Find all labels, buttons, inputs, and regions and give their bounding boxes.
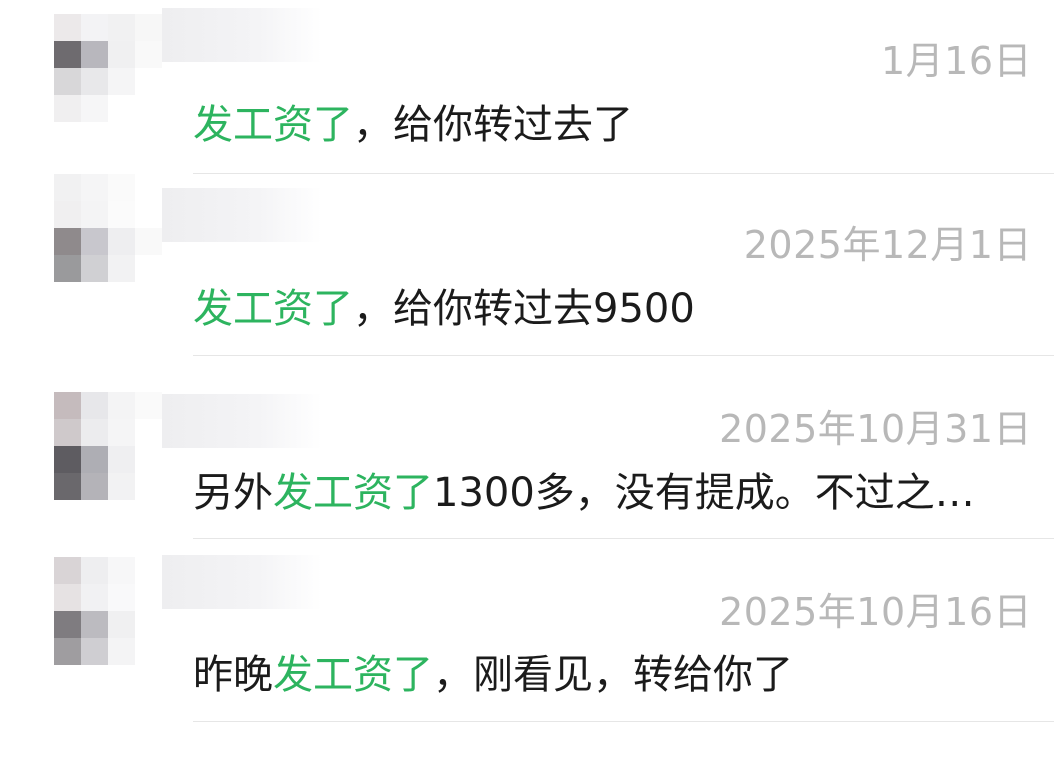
- message-suffix: ，刚看见，转给你了: [433, 652, 793, 698]
- message-date: 2025年12月1日: [743, 223, 1032, 267]
- blurred-contact-name: [162, 555, 322, 609]
- message-date: 2025年10月31日: [719, 407, 1032, 451]
- keyword-highlight: 发工资了: [193, 286, 353, 332]
- message-suffix: 1300多，没有提成。不过之…: [433, 470, 975, 516]
- avatar[interactable]: [54, 557, 162, 665]
- list-item[interactable]: 2025年10月16日 昨晚发工资了，刚看见，转给你了: [0, 547, 1054, 729]
- message-prefix: 昨晚: [193, 652, 273, 698]
- list-item[interactable]: 2025年10月31日 另外发工资了1300多，没有提成。不过之…: [0, 364, 1054, 546]
- list-item[interactable]: 2025年12月1日 发工资了，给你转过去9500: [0, 174, 1054, 364]
- message-date: 1月16日: [880, 39, 1032, 83]
- keyword-highlight: 发工资了: [273, 652, 433, 698]
- avatar[interactable]: [54, 174, 162, 282]
- divider: [193, 173, 1054, 174]
- avatar[interactable]: [54, 14, 162, 122]
- keyword-highlight: 发工资了: [193, 102, 353, 148]
- message-preview: 昨晚发工资了，刚看见，转给你了: [193, 642, 793, 700]
- blurred-contact-name: [162, 8, 322, 62]
- message-preview: 发工资了，给你转过去9500: [193, 276, 695, 334]
- divider: [193, 355, 1054, 356]
- message-preview: 发工资了，给你转过去了: [193, 92, 633, 150]
- divider: [193, 538, 1054, 539]
- list-item[interactable]: 1月16日 发工资了，给你转过去了: [0, 0, 1054, 182]
- message-prefix: 另外: [193, 470, 273, 516]
- search-results-list: 1月16日 发工资了，给你转过去了 2025年12月1日 发工资了，给你转过去9…: [0, 0, 1054, 777]
- message-date: 2025年10月16日: [719, 590, 1032, 634]
- message-suffix: ，给你转过去了: [353, 102, 633, 148]
- blurred-contact-name: [162, 394, 322, 448]
- keyword-highlight: 发工资了: [273, 470, 433, 516]
- divider: [193, 721, 1054, 722]
- blurred-contact-name: [162, 188, 322, 242]
- message-suffix: ，给你转过去9500: [353, 286, 695, 332]
- avatar[interactable]: [54, 392, 162, 500]
- message-preview: 另外发工资了1300多，没有提成。不过之…: [193, 460, 975, 518]
